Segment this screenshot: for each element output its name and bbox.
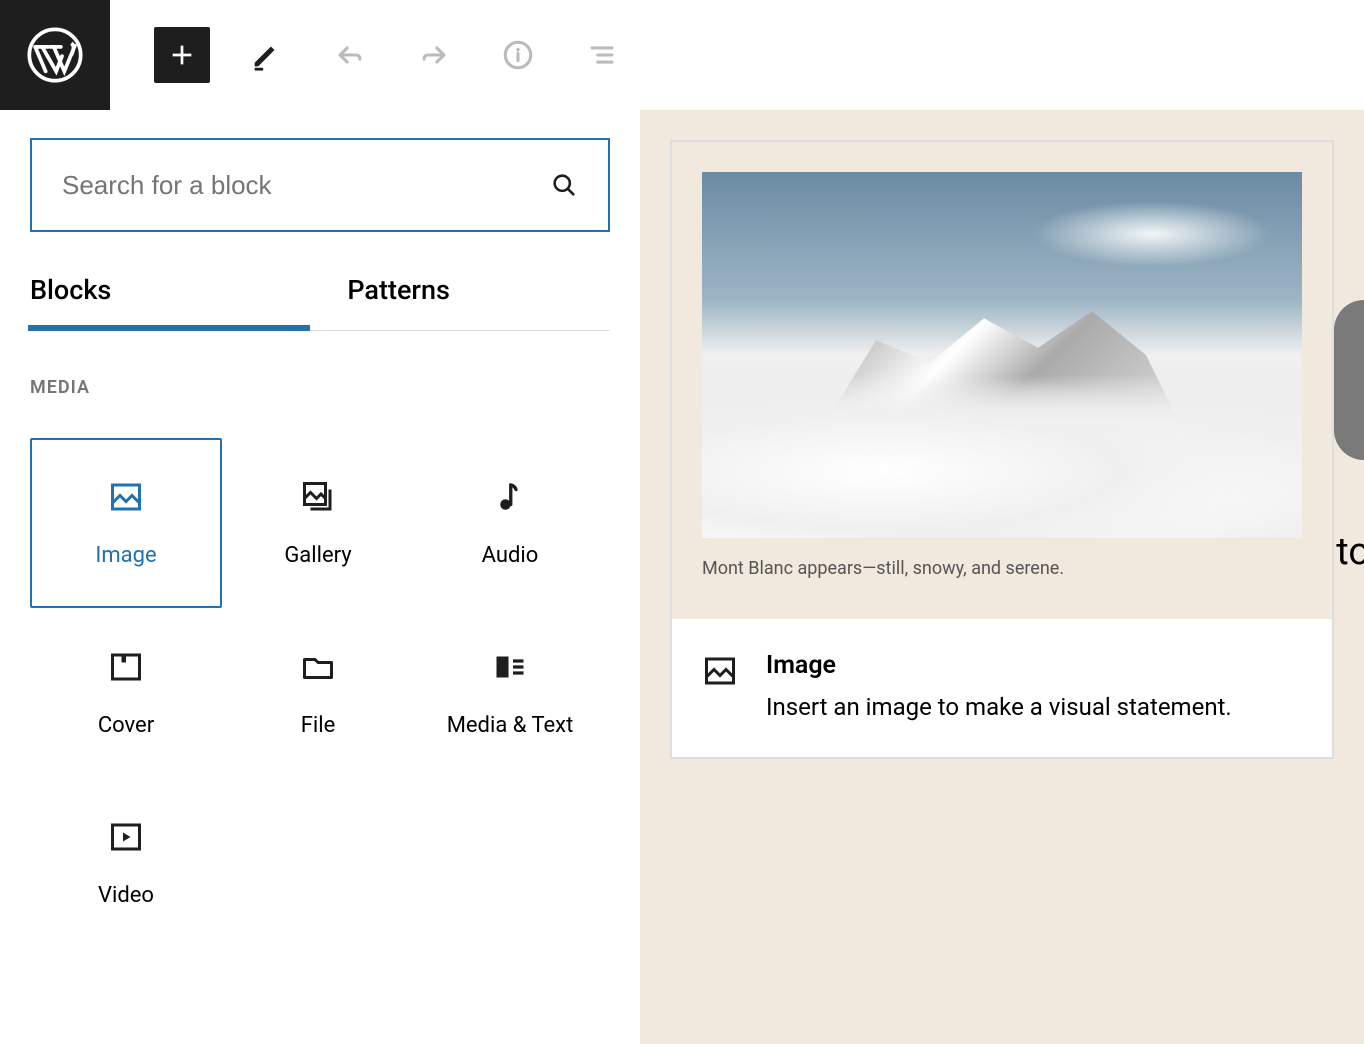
main-layout: Blocks Patterns MEDIA Image Gallery Audi… xyxy=(0,110,1364,1044)
info-button[interactable] xyxy=(490,27,546,83)
block-image[interactable]: Image xyxy=(30,438,222,608)
block-label: Cover xyxy=(98,713,154,738)
preview-image xyxy=(702,172,1302,538)
edge-text: to xyxy=(1336,530,1364,574)
file-icon xyxy=(300,649,336,685)
inserter-panel: Blocks Patterns MEDIA Image Gallery Audi… xyxy=(0,110,640,1044)
toolbar-buttons xyxy=(110,27,630,83)
wordpress-logo[interactable] xyxy=(0,0,110,110)
top-toolbar xyxy=(0,0,1364,110)
preview-panel: to Mont Blanc appears—still, snowy, and … xyxy=(640,110,1364,1044)
block-cover[interactable]: Cover xyxy=(30,608,222,778)
block-gallery[interactable]: Gallery xyxy=(222,438,414,608)
block-label: Image xyxy=(95,543,156,568)
search-icon xyxy=(550,171,578,199)
pencil-icon xyxy=(249,38,283,72)
preview-description: Insert an image to make a visual stateme… xyxy=(766,690,1232,725)
block-label: Media & Text xyxy=(447,713,574,738)
block-grid: Image Gallery Audio Cover File Media & T… xyxy=(30,438,610,948)
search-input[interactable] xyxy=(62,170,550,201)
edit-button[interactable] xyxy=(238,27,294,83)
preview-card: Mont Blanc appears—still, snowy, and ser… xyxy=(670,140,1334,759)
undo-button[interactable] xyxy=(322,27,378,83)
image-icon xyxy=(702,653,738,689)
wordpress-icon xyxy=(27,27,83,83)
search-box[interactable] xyxy=(30,138,610,232)
outline-icon xyxy=(585,38,619,72)
block-audio[interactable]: Audio xyxy=(414,438,606,608)
plus-icon xyxy=(166,39,198,71)
tab-blocks[interactable]: Blocks xyxy=(30,274,111,330)
preview-title: Image xyxy=(766,651,1232,680)
edge-decoration xyxy=(1334,300,1364,460)
outline-button[interactable] xyxy=(574,27,630,83)
audio-icon xyxy=(492,479,528,515)
gallery-icon xyxy=(300,479,336,515)
category-title: MEDIA xyxy=(30,377,610,398)
image-icon xyxy=(108,479,144,515)
block-video[interactable]: Video xyxy=(30,778,222,948)
block-label: Audio xyxy=(482,543,539,568)
video-icon xyxy=(108,819,144,855)
undo-icon xyxy=(333,38,367,72)
preview-caption: Mont Blanc appears—still, snowy, and ser… xyxy=(702,558,1302,579)
preview-info: Image Insert an image to make a visual s… xyxy=(672,619,1332,757)
inserter-tabs: Blocks Patterns xyxy=(30,274,610,331)
cover-icon xyxy=(108,649,144,685)
tab-patterns[interactable]: Patterns xyxy=(347,274,450,330)
redo-icon xyxy=(417,38,451,72)
add-block-button[interactable] xyxy=(154,27,210,83)
block-media-text[interactable]: Media & Text xyxy=(414,608,606,778)
redo-button[interactable] xyxy=(406,27,462,83)
media-text-icon xyxy=(492,649,528,685)
info-icon xyxy=(501,38,535,72)
block-label: Gallery xyxy=(284,543,351,568)
block-label: Video xyxy=(98,883,154,908)
block-file[interactable]: File xyxy=(222,608,414,778)
block-label: File xyxy=(301,713,336,738)
